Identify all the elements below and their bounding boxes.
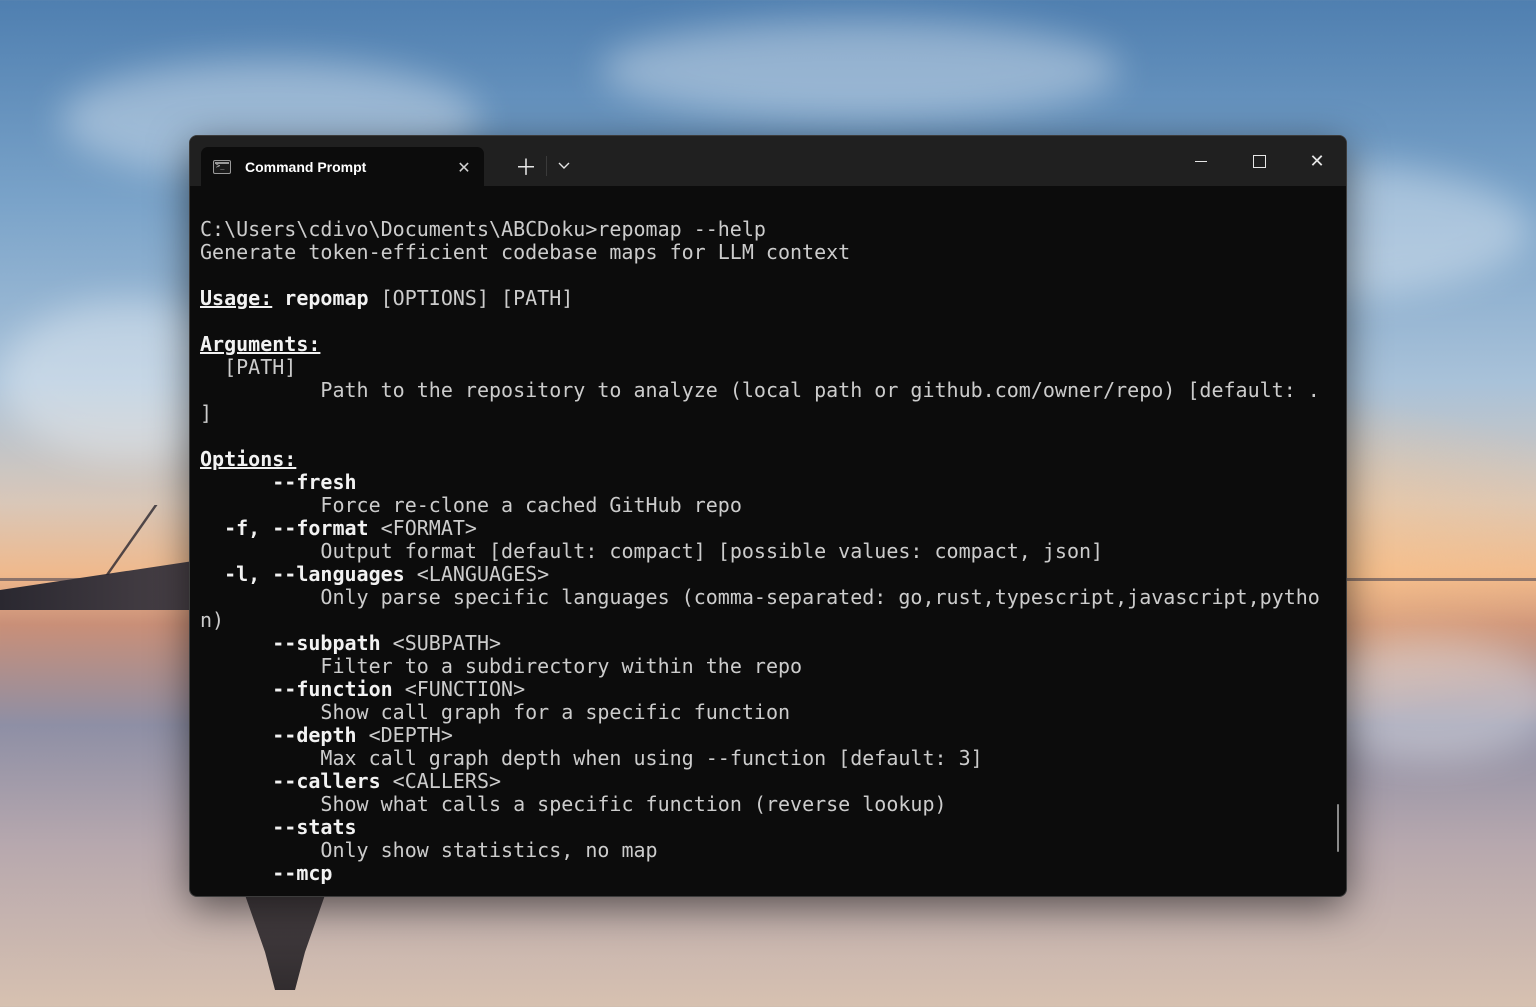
- maximize-button[interactable]: [1230, 136, 1288, 186]
- option-arg: <LANGUAGES>: [404, 562, 550, 586]
- close-button[interactable]: ✕: [1288, 136, 1346, 186]
- tab-title: Command Prompt: [245, 158, 367, 175]
- usage-args: [OPTIONS] [PATH]: [380, 286, 574, 310]
- option-flag: --stats: [200, 815, 357, 839]
- title-bar: Command Prompt ✕ ＋ ✕: [190, 136, 1346, 186]
- option-flag: --subpath: [200, 631, 381, 655]
- option-arg: <SUBPATH>: [380, 631, 502, 655]
- option-flag: --function: [200, 677, 393, 701]
- option-desc: Output format [default: compact] [possib…: [320, 539, 1104, 563]
- maximize-icon: [1252, 154, 1266, 168]
- argument-desc: Path to the repository to analyze (local…: [320, 378, 1320, 402]
- option-desc: Max call graph depth when using --functi…: [320, 746, 983, 770]
- usage-command: repomap: [284, 286, 369, 310]
- arguments-label: Arguments:: [200, 332, 321, 356]
- option-flag: --fresh: [200, 470, 357, 494]
- option-flag: --mcp: [200, 861, 333, 885]
- option-flag: -l, --languages: [200, 562, 405, 586]
- scrollbar[interactable]: [1337, 804, 1339, 852]
- option-flag: --depth: [200, 723, 357, 747]
- option-desc-wrap: n): [200, 608, 225, 632]
- terminal-output[interactable]: C:\Users\cdivo\Documents\ABCDoku>repomap…: [200, 218, 1326, 896]
- close-icon: ✕: [1309, 150, 1325, 172]
- usage-label: Usage:: [200, 286, 273, 310]
- option-arg: <CALLERS>: [380, 769, 502, 793]
- minimize-button[interactable]: [1172, 136, 1230, 186]
- argument-name: [PATH]: [224, 355, 297, 379]
- chevron-down-icon[interactable]: [552, 152, 576, 180]
- divider: [546, 156, 547, 176]
- description-line: Generate token-efficient codebase maps f…: [200, 240, 851, 264]
- option-desc: Only parse specific languages (comma-sep…: [320, 585, 1320, 609]
- minimize-icon: [1195, 160, 1207, 162]
- option-desc: Filter to a subdirectory within the repo: [320, 654, 803, 678]
- option-desc: Only show statistics, no map: [320, 838, 658, 862]
- option-desc: Show what calls a specific function (rev…: [320, 792, 947, 816]
- close-tab-icon[interactable]: ✕: [452, 155, 476, 179]
- option-flag: --callers: [200, 769, 381, 793]
- option-flag: -f, --format: [200, 516, 369, 540]
- option-desc: Show call graph for a specific function: [320, 700, 791, 724]
- option-arg: <FUNCTION>: [392, 677, 526, 701]
- command-text: repomap --help: [597, 217, 766, 241]
- option-arg: <DEPTH>: [356, 723, 453, 747]
- argument-desc-wrap: ]: [200, 401, 213, 425]
- new-tab-button[interactable]: ＋: [512, 152, 540, 181]
- terminal-window: Command Prompt ✕ ＋ ✕ C:\Users\cdivo\Docu…: [189, 135, 1347, 897]
- option-desc: Force re-clone a cached GitHub repo: [320, 493, 742, 517]
- terminal-icon: [213, 159, 231, 174]
- option-arg: <FORMAT>: [368, 516, 477, 540]
- options-label: Options:: [200, 447, 297, 471]
- prompt-path: C:\Users\cdivo\Documents\ABCDoku>: [200, 217, 598, 241]
- options-list: --fresh Force re-clone a cached GitHub r…: [200, 470, 1320, 885]
- tab-command-prompt[interactable]: Command Prompt ✕: [201, 147, 484, 186]
